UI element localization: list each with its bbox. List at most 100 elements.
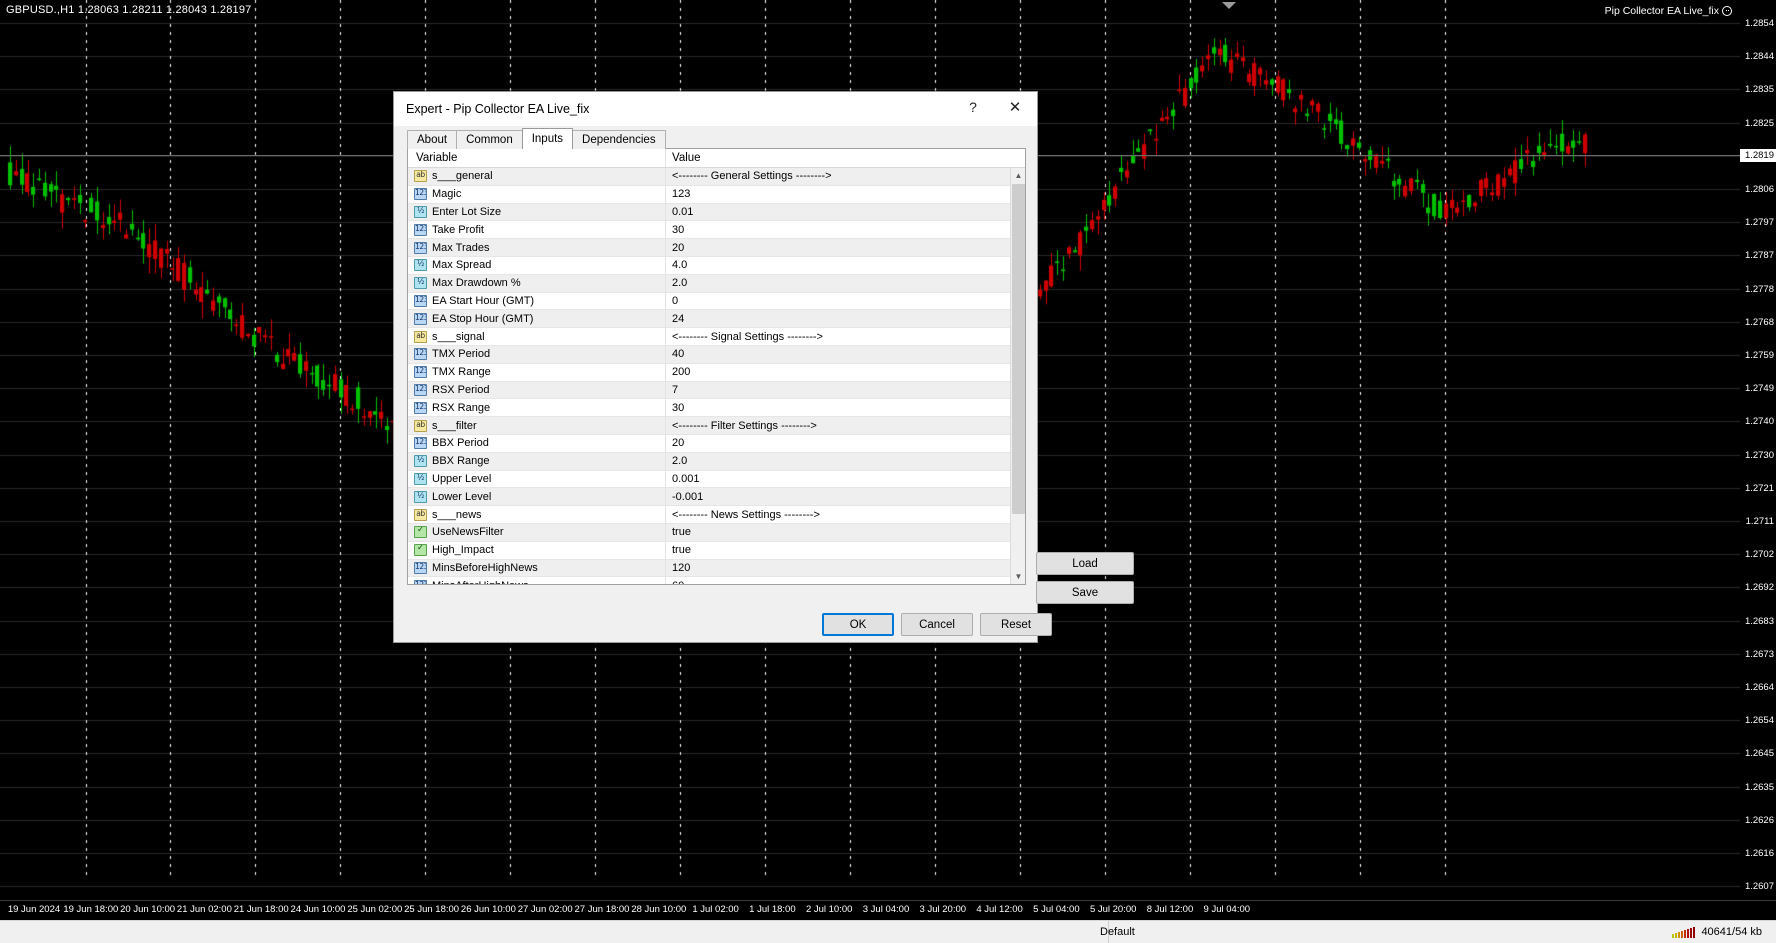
status-profile[interactable]: Default: [0, 920, 1135, 943]
value-cell[interactable]: 120: [666, 562, 1025, 574]
double-type-icon: ½: [414, 205, 427, 218]
variable-label: TMX Period: [432, 348, 491, 361]
tab-about[interactable]: About: [407, 130, 458, 149]
value-cell[interactable]: 200: [666, 366, 1025, 378]
value-cell[interactable]: 20: [666, 437, 1025, 449]
close-icon[interactable]: ✕: [997, 92, 1033, 122]
time-scale[interactable]: 19 Jun 2024 19 Jun 18:00 20 Jun 10:00 21 Ju…: [0, 900, 1776, 920]
time-tick: 8 Jul 12:00: [1146, 904, 1194, 915]
table-row[interactable]: ½ Lower Level -0.001: [408, 488, 1025, 507]
time-tick: 5 Jul 04:00: [1033, 904, 1080, 915]
table-row[interactable]: ab s___general <-------- General Settings …: [408, 168, 1025, 186]
grid-body[interactable]: ab s___general <-------- General Settings …: [408, 168, 1025, 584]
help-icon[interactable]: ?: [955, 92, 991, 122]
dialog-tabs[interactable]: About Common Inputs Dependencies: [407, 128, 1037, 149]
value-cell[interactable]: true: [666, 544, 1025, 556]
int-type-icon: 123: [414, 366, 427, 379]
tab-inputs[interactable]: Inputs: [521, 128, 574, 149]
value-cell[interactable]: <-------- General Settings -------->: [666, 170, 1025, 182]
variable-label: Take Profit: [432, 223, 484, 236]
column-header-variable: Variable: [408, 149, 666, 167]
value-cell[interactable]: 0.01: [666, 206, 1025, 218]
table-row[interactable]: 123 EA Start Hour (GMT) 0: [408, 292, 1025, 311]
variable-cell: ab s___signal: [408, 328, 666, 345]
int-type-icon: 123: [414, 579, 427, 584]
table-row[interactable]: 123 RSX Range 30: [408, 399, 1025, 418]
value-cell[interactable]: 20: [666, 242, 1025, 254]
table-row[interactable]: 123 MinsAfterHighNews 60: [408, 577, 1025, 584]
ea-name-label: Pip Collector EA Live_fix: [1604, 5, 1719, 17]
time-tick: 25 Jun 02:00: [347, 904, 403, 915]
scroll-up-icon[interactable]: ▲: [1011, 168, 1025, 183]
table-row[interactable]: ½ Upper Level 0.001: [408, 470, 1025, 489]
table-row[interactable]: ab s___filter <-------- Filter Settings --…: [408, 417, 1025, 435]
table-row[interactable]: 123 EA Stop Hour (GMT) 24: [408, 310, 1025, 329]
value-cell[interactable]: 0: [666, 295, 1025, 307]
table-row[interactable]: 123 Take Profit 30: [408, 221, 1025, 240]
scroll-down-icon[interactable]: ▼: [1011, 569, 1025, 584]
value-cell[interactable]: 123: [666, 188, 1025, 200]
table-row[interactable]: ab s___signal <-------- Signal Settings --…: [408, 328, 1025, 346]
value-cell[interactable]: 24: [666, 313, 1025, 325]
table-row[interactable]: 123 MinsBeforeHighNews 120: [408, 559, 1025, 578]
int-type-icon: 123: [414, 401, 427, 414]
variable-label: UseNewsFilter: [432, 526, 504, 539]
value-cell[interactable]: <-------- Signal Settings -------->: [666, 331, 1025, 343]
tab-label: Common: [466, 134, 513, 146]
variable-cell: ½ BBX Range: [408, 452, 666, 470]
variable-label: Lower Level: [432, 490, 492, 503]
value-cell[interactable]: 0.001: [666, 473, 1025, 485]
tab-label: Dependencies: [582, 134, 656, 146]
table-row[interactable]: 123 BBX Period 20: [408, 434, 1025, 453]
table-row[interactable]: ½ Max Spread 4.0: [408, 256, 1025, 275]
int-type-icon: 123: [414, 383, 427, 396]
value-cell[interactable]: 2.0: [666, 455, 1025, 467]
value-cell[interactable]: true: [666, 526, 1025, 538]
table-row[interactable]: ✓ UseNewsFilter true: [408, 523, 1025, 542]
table-row[interactable]: ½ Max Drawdown % 2.0: [408, 274, 1025, 293]
variable-cell: 123 RSX Period: [408, 381, 666, 399]
tab-common[interactable]: Common: [456, 130, 523, 149]
table-row[interactable]: ✓ High_Impact true: [408, 541, 1025, 560]
variable-label: s___signal: [432, 330, 485, 343]
grid-scrollbar[interactable]: ▲ ▼: [1010, 168, 1025, 584]
table-row[interactable]: 123 Max Trades 20: [408, 239, 1025, 257]
time-tick: 4 Jul 12:00: [976, 904, 1023, 915]
scrollbar-thumb[interactable]: [1012, 184, 1025, 514]
table-row[interactable]: 123 TMX Range 200: [408, 363, 1025, 382]
variable-cell: 123 BBX Period: [408, 434, 666, 452]
value-cell[interactable]: 60: [666, 580, 1025, 584]
variable-label: RSX Range: [432, 401, 491, 414]
time-tick: 1 Jul 18:00: [749, 904, 796, 915]
table-row[interactable]: 123 TMX Period 40: [408, 345, 1025, 364]
reset-button[interactable]: Reset: [980, 613, 1052, 636]
table-row[interactable]: 123 RSX Period 7: [408, 381, 1025, 400]
variable-label: s___news: [432, 508, 482, 521]
save-button[interactable]: Save: [1036, 581, 1134, 604]
cancel-button[interactable]: Cancel: [901, 613, 973, 636]
value-cell[interactable]: 4.0: [666, 259, 1025, 271]
value-cell[interactable]: 7: [666, 384, 1025, 396]
load-button[interactable]: Load: [1036, 552, 1134, 575]
value-cell[interactable]: 2.0: [666, 277, 1025, 289]
value-cell[interactable]: 30: [666, 402, 1025, 414]
tab-dependencies[interactable]: Dependencies: [572, 130, 666, 149]
value-cell[interactable]: 40: [666, 348, 1025, 360]
value-cell[interactable]: -0.001: [666, 491, 1025, 503]
dialog-title: Expert - Pip Collector EA Live_fix: [406, 102, 590, 116]
value-cell[interactable]: 30: [666, 224, 1025, 236]
dialog-titlebar[interactable]: Expert - Pip Collector EA Live_fix ? ✕: [394, 92, 1037, 126]
table-row[interactable]: ab s___news <-------- News Settings ------…: [408, 506, 1025, 524]
ok-button[interactable]: OK: [822, 613, 894, 636]
value-cell[interactable]: <-------- Filter Settings -------->: [666, 420, 1025, 432]
table-row[interactable]: ½ Enter Lot Size 0.01: [408, 203, 1025, 222]
inputs-grid-panel[interactable]: Variable Value ab s___general <-------- Ge…: [407, 148, 1026, 585]
variable-cell: 123 Max Trades: [408, 239, 666, 256]
expert-properties-dialog[interactable]: Expert - Pip Collector EA Live_fix ? ✕ A…: [393, 91, 1134, 643]
table-row[interactable]: 123 Magic 123: [408, 185, 1025, 204]
variable-cell: ab s___general: [408, 168, 666, 185]
value-cell[interactable]: <-------- News Settings -------->: [666, 509, 1025, 521]
smiley-icon: [1722, 6, 1732, 16]
table-row[interactable]: ½ BBX Range 2.0: [408, 452, 1025, 471]
variable-cell: 123 Take Profit: [408, 221, 666, 239]
